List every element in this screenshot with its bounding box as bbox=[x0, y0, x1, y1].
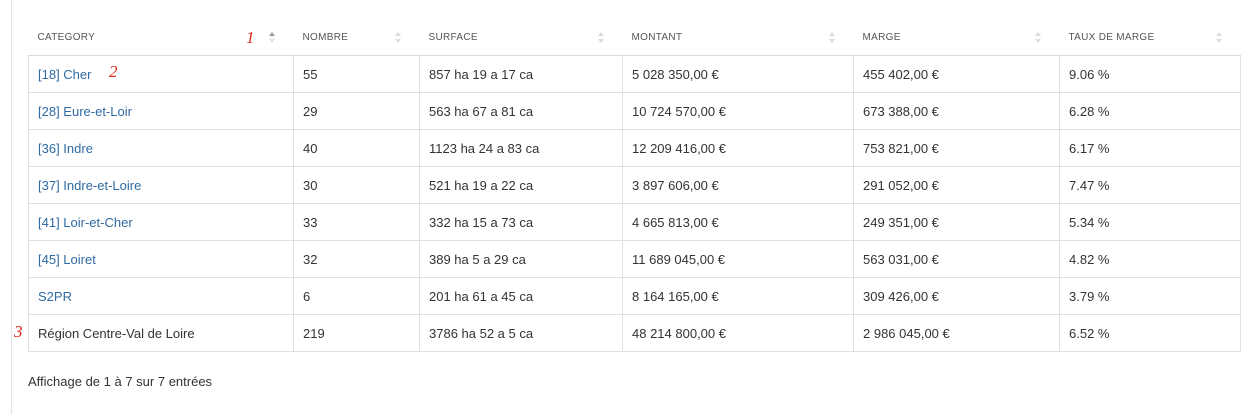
cell-taux: 6.17 % bbox=[1059, 129, 1241, 167]
cell-taux: 6.52 % bbox=[1059, 314, 1241, 352]
cell-surface: 563 ha 67 a 81 ca bbox=[419, 92, 623, 130]
cell-nombre: 30 bbox=[293, 166, 420, 204]
cell-taux: 3.79 % bbox=[1059, 277, 1241, 315]
cell-surface: 201 ha 61 a 45 ca bbox=[419, 277, 623, 315]
cell-marge: 291 052,00 € bbox=[853, 166, 1060, 204]
table-header-row: CATEGORY NOMBRE SURFACE MONTANT MARGE TA… bbox=[28, 20, 1241, 56]
column-header-taux-de-marge[interactable]: TAUX DE MARGE bbox=[1059, 20, 1241, 56]
cell-marge: 753 821,00 € bbox=[853, 129, 1060, 167]
annotation-marker-3: 3 bbox=[14, 322, 23, 341]
column-header-label: NOMBRE bbox=[302, 32, 349, 43]
column-header-marge[interactable]: MARGE bbox=[853, 20, 1060, 56]
cell-montant: 10 724 570,00 € bbox=[622, 92, 854, 130]
cell-nombre: 219 bbox=[293, 314, 420, 352]
column-header-label: MARGE bbox=[862, 32, 901, 43]
sort-icon[interactable] bbox=[1034, 31, 1042, 45]
cell-marge: 563 031,00 € bbox=[853, 240, 1060, 278]
sort-asc-icon[interactable] bbox=[268, 31, 276, 45]
annotation-marker-2: 2 bbox=[109, 62, 118, 81]
cell-category: Région Centre-Val de Loire bbox=[28, 314, 294, 352]
cell-nombre: 6 bbox=[293, 277, 420, 315]
cell-category[interactable]: [37] Indre-et-Loire bbox=[28, 166, 294, 204]
table-row: Région Centre-Val de Loire 219 3786 ha 52 … bbox=[28, 314, 1241, 352]
cell-category[interactable]: [28] Eure-et-Loir bbox=[28, 92, 294, 130]
cell-taux: 7.47 % bbox=[1059, 166, 1241, 204]
column-header-nombre[interactable]: NOMBRE bbox=[293, 20, 420, 56]
table-row: [28] Eure-et-Loir 29 563 ha 67 a 81 ca 10 7… bbox=[28, 92, 1241, 130]
column-header-label: SURFACE bbox=[428, 32, 478, 43]
annotation-marker-1: 1 bbox=[246, 28, 255, 47]
table-row: [41] Loir-et-Cher 33 332 ha 15 a 73 ca 4 66… bbox=[28, 203, 1241, 241]
cell-category[interactable]: [41] Loir-et-Cher bbox=[28, 203, 294, 241]
cell-taux: 6.28 % bbox=[1059, 92, 1241, 130]
cell-nombre: 55 bbox=[293, 55, 420, 93]
data-table: CATEGORY NOMBRE SURFACE MONTANT MARGE TA… bbox=[28, 20, 1241, 352]
cell-nombre: 32 bbox=[293, 240, 420, 278]
cell-surface: 1123 ha 24 a 83 ca bbox=[419, 129, 623, 167]
cell-surface: 389 ha 5 a 29 ca bbox=[419, 240, 623, 278]
cell-montant: 12 209 416,00 € bbox=[622, 129, 854, 167]
sort-icon[interactable] bbox=[394, 31, 402, 45]
left-divider bbox=[11, 0, 12, 414]
cell-taux: 4.82 % bbox=[1059, 240, 1241, 278]
cell-montant: 3 897 606,00 € bbox=[622, 166, 854, 204]
table-row: [18] Cher 55 857 ha 19 a 17 ca 5 028 350,00… bbox=[28, 55, 1241, 93]
table-row: [37] Indre-et-Loire 30 521 ha 19 a 22 ca 3 … bbox=[28, 166, 1241, 204]
table-info-text: Affichage de 1 à 7 sur 7 entrées bbox=[28, 374, 213, 389]
cell-marge: 2 986 045,00 € bbox=[853, 314, 1060, 352]
cell-montant: 5 028 350,00 € bbox=[622, 55, 854, 93]
sort-icon[interactable] bbox=[828, 31, 836, 45]
cell-montant: 48 214 800,00 € bbox=[622, 314, 854, 352]
cell-nombre: 29 bbox=[293, 92, 420, 130]
cell-category[interactable]: [36] Indre bbox=[28, 129, 294, 167]
cell-montant: 11 689 045,00 € bbox=[622, 240, 854, 278]
cell-marge: 455 402,00 € bbox=[853, 55, 1060, 93]
cell-surface: 332 ha 15 a 73 ca bbox=[419, 203, 623, 241]
cell-surface: 521 ha 19 a 22 ca bbox=[419, 166, 623, 204]
column-header-surface[interactable]: SURFACE bbox=[419, 20, 623, 56]
cell-surface: 3786 ha 52 a 5 ca bbox=[419, 314, 623, 352]
cell-nombre: 40 bbox=[293, 129, 420, 167]
cell-marge: 249 351,00 € bbox=[853, 203, 1060, 241]
table-row: [36] Indre 40 1123 ha 24 a 83 ca 12 209 416… bbox=[28, 129, 1241, 167]
cell-taux: 9.06 % bbox=[1059, 55, 1241, 93]
cell-category[interactable]: S2PR bbox=[28, 277, 294, 315]
column-header-label: TAUX DE MARGE bbox=[1068, 32, 1155, 43]
cell-category[interactable]: [45] Loiret bbox=[28, 240, 294, 278]
cell-taux: 5.34 % bbox=[1059, 203, 1241, 241]
table-row: [45] Loiret 32 389 ha 5 a 29 ca 11 689 045,… bbox=[28, 240, 1241, 278]
cell-montant: 8 164 165,00 € bbox=[622, 277, 854, 315]
sort-icon[interactable] bbox=[597, 31, 605, 45]
column-header-label: MONTANT bbox=[631, 32, 683, 43]
cell-marge: 309 426,00 € bbox=[853, 277, 1060, 315]
column-header-montant[interactable]: MONTANT bbox=[622, 20, 854, 56]
cell-marge: 673 388,00 € bbox=[853, 92, 1060, 130]
cell-montant: 4 665 813,00 € bbox=[622, 203, 854, 241]
cell-category[interactable]: [18] Cher bbox=[28, 55, 294, 93]
sort-icon[interactable] bbox=[1215, 31, 1223, 45]
cell-nombre: 33 bbox=[293, 203, 420, 241]
cell-surface: 857 ha 19 a 17 ca bbox=[419, 55, 623, 93]
column-header-label: CATEGORY bbox=[37, 32, 96, 43]
table-row: S2PR 6 201 ha 61 a 45 ca 8 164 165,00 €309 … bbox=[28, 277, 1241, 315]
